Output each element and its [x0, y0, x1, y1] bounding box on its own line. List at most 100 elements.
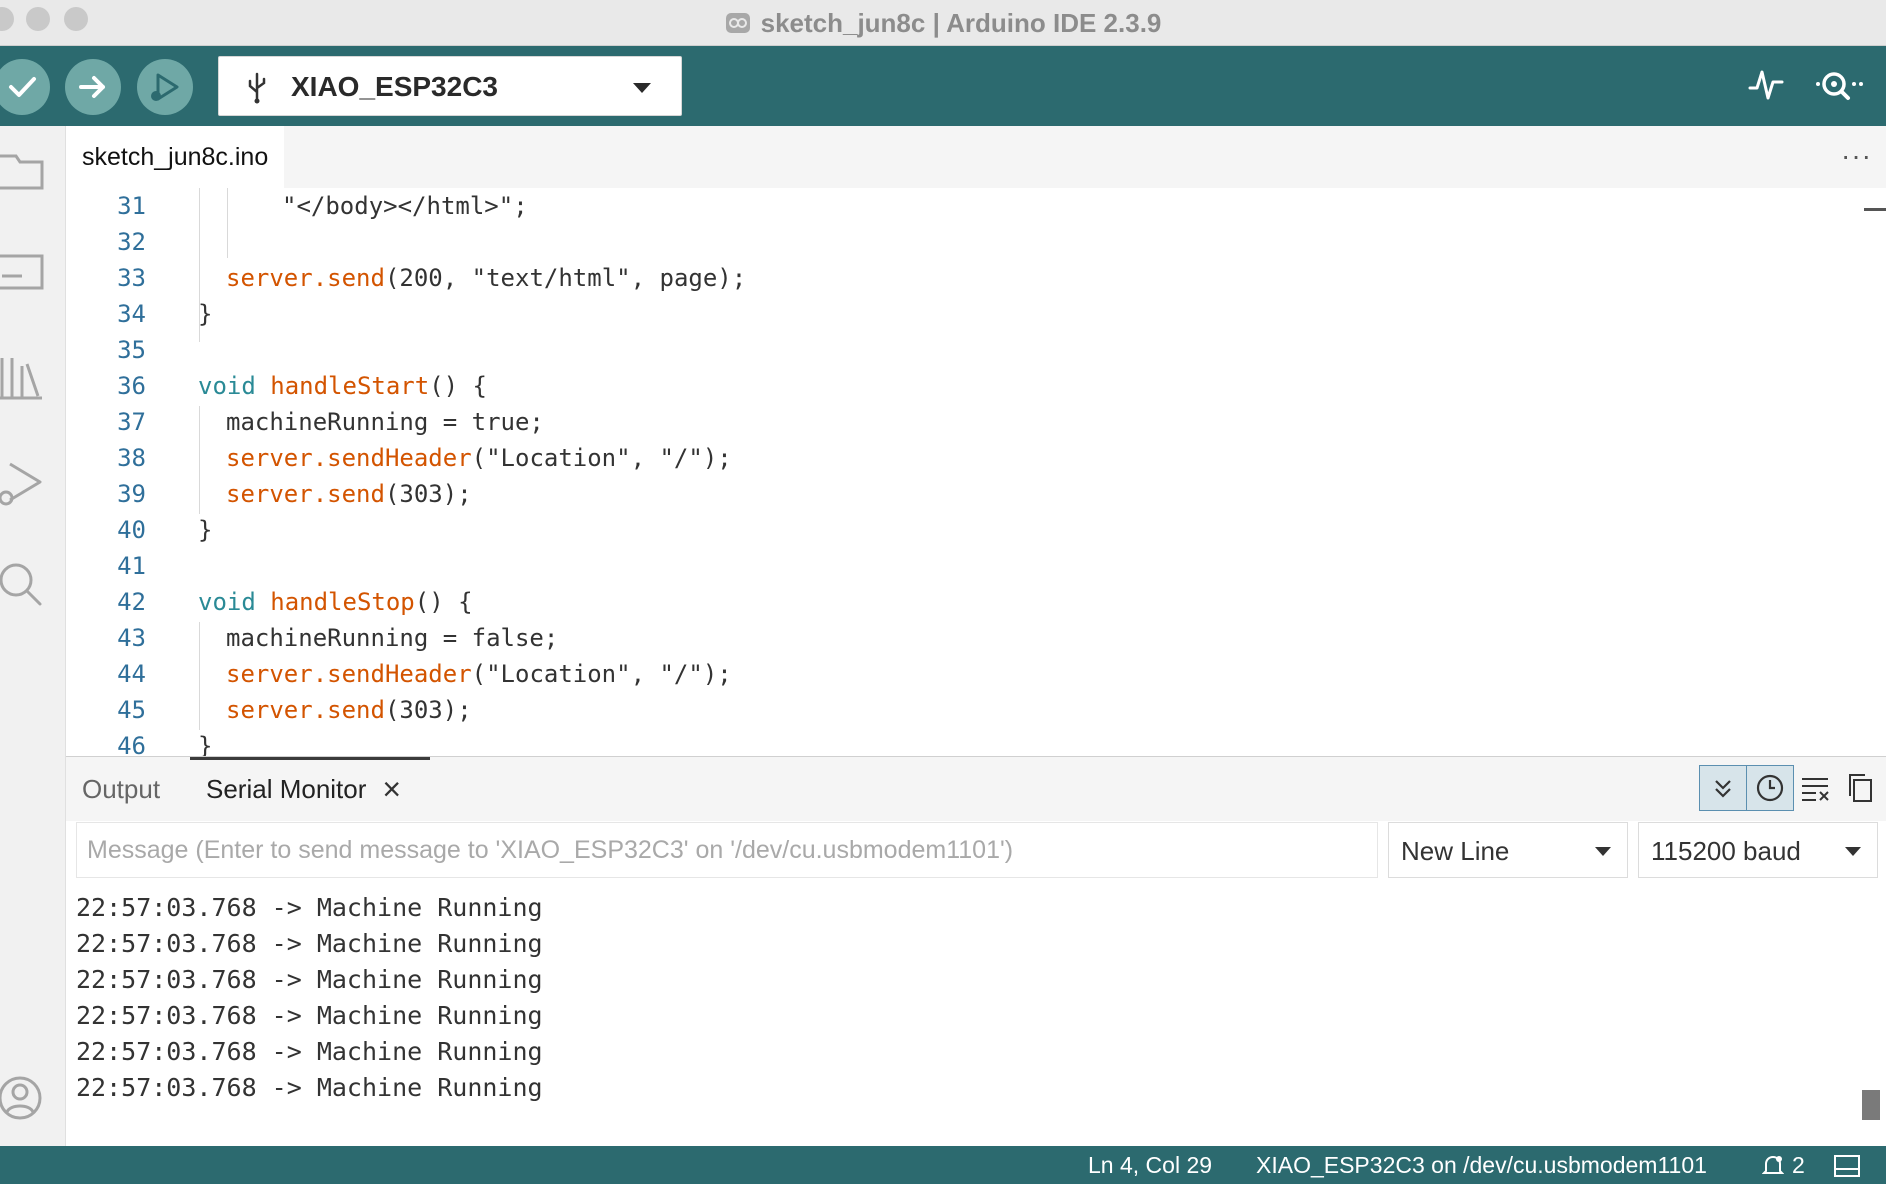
code-text: }: [198, 512, 212, 548]
baud-rate-select[interactable]: 115200 baud: [1638, 822, 1878, 878]
code-token: void: [198, 372, 271, 400]
line-number: 44: [117, 660, 146, 688]
tab-sketch-file[interactable]: sketch_jun8c.ino: [66, 126, 285, 188]
code-token: void: [198, 588, 271, 616]
main-toolbar: XIAO_ESP32C3: [0, 46, 1886, 126]
code-token: (200, "text/html", page);: [384, 264, 747, 292]
serial-output-line: 22:57:03.768 -> Machine Running: [76, 893, 543, 922]
code-line[interactable]: 42 void handleStop() {: [66, 584, 1866, 620]
cursor-position[interactable]: Ln 4, Col 29: [1088, 1152, 1212, 1179]
line-number: 36: [117, 372, 146, 400]
code-token: }: [198, 300, 213, 328]
code-line[interactable]: 46}: [66, 728, 1866, 756]
close-icon[interactable]: ×: [382, 771, 401, 808]
tab-serial-monitor[interactable]: Serial Monitor ×: [206, 757, 401, 821]
code-text: server.sendHeader("Location", "/");: [226, 656, 732, 692]
code-token: handleStop: [270, 588, 415, 616]
title-bar: sketch_jun8c | Arduino IDE 2.3.9: [0, 0, 1886, 46]
board-name: XIAO_ESP32C3: [291, 71, 498, 102]
serial-plotter-icon[interactable]: [1748, 64, 1784, 104]
notification-count: 2: [1792, 1152, 1805, 1178]
serial-output-line: 22:57:03.768 -> Machine Running: [76, 965, 543, 994]
serial-scrollbar-thumb[interactable]: [1862, 1090, 1880, 1120]
window-title: sketch_jun8c | Arduino IDE 2.3.9: [760, 7, 1162, 38]
sketchbook-folder-icon[interactable]: [0, 148, 48, 194]
code-text: machineRunning = false;: [226, 620, 558, 656]
code-line[interactable]: 37 machineRunning = true;: [66, 404, 1866, 440]
code-line[interactable]: 35: [66, 332, 1866, 368]
debug-sidebar-icon[interactable]: [0, 456, 48, 512]
verify-button[interactable]: [0, 59, 50, 115]
bell-icon[interactable]: [1762, 1154, 1784, 1178]
code-line[interactable]: 45 server.send(303);: [66, 692, 1866, 728]
code-line[interactable]: 40}: [66, 512, 1866, 548]
code-line[interactable]: 34}: [66, 296, 1866, 332]
code-text: }: [198, 728, 212, 756]
account-icon[interactable]: [0, 1070, 48, 1126]
line-ending-select[interactable]: New Line: [1388, 822, 1628, 878]
board-selector[interactable]: XIAO_ESP32C3: [218, 56, 682, 116]
line-number: 46: [117, 732, 146, 756]
activity-bar: [0, 126, 66, 1146]
chevrons-down-icon: [1715, 780, 1731, 798]
code-line[interactable]: 32: [66, 224, 1866, 260]
code-line[interactable]: 41: [66, 548, 1866, 584]
code-token: handleStart: [270, 372, 430, 400]
serial-output-line: 22:57:03.768 -> Machine Running: [76, 1001, 543, 1030]
chevron-down-icon: [1595, 847, 1611, 856]
code-line[interactable]: 43 machineRunning = false;: [66, 620, 1866, 656]
code-text: machineRunning = true;: [226, 404, 544, 440]
more-actions-icon[interactable]: ···: [1841, 140, 1872, 172]
editor-scrollbar[interactable]: [1864, 208, 1886, 211]
tab-output[interactable]: Output: [82, 757, 160, 821]
code-line[interactable]: 36 void handleStart() {: [66, 368, 1866, 404]
debug-button[interactable]: [137, 59, 193, 115]
line-number: 40: [117, 516, 146, 544]
line-number: 42: [117, 588, 146, 616]
code-token: machineRunning = false;: [226, 624, 559, 652]
copy-icon: [1849, 774, 1872, 802]
code-token: server.send: [226, 480, 385, 508]
tab-label: sketch_jun8c.ino: [82, 142, 269, 171]
code-token: () {: [429, 372, 487, 400]
arduino-app-icon: [725, 13, 750, 33]
line-number: 45: [117, 696, 146, 724]
code-token: }: [198, 516, 213, 544]
line-number: 38: [117, 444, 146, 472]
code-line[interactable]: 33 server.send(200, "text/html", page);: [66, 260, 1866, 296]
code-token: server.send: [226, 696, 385, 724]
copy-output-button[interactable]: [1836, 765, 1884, 811]
code-token: ("Location", "/");: [471, 444, 732, 472]
clear-output-button[interactable]: [1792, 765, 1840, 811]
search-icon[interactable]: [0, 558, 48, 614]
chevron-down-icon: [633, 83, 651, 93]
library-manager-icon[interactable]: [0, 352, 48, 402]
code-line[interactable]: 39 server.send(303);: [66, 476, 1866, 512]
code-line[interactable]: 44 server.sendHeader("Location", "/");: [66, 656, 1866, 692]
serial-monitor-icon[interactable]: [1812, 64, 1864, 104]
code-text: void handleStop() {: [198, 584, 473, 620]
line-number: 34: [117, 300, 146, 328]
toggle-panel-icon[interactable]: [1834, 1155, 1860, 1177]
code-editor[interactable]: 31 "</body></html>"; 32 33 server.send(200, …: [66, 188, 1886, 756]
code-token: server.send: [226, 264, 385, 292]
serial-output-line: 22:57:03.768 -> Machine Running: [76, 1073, 543, 1102]
arrow-right-icon: [79, 76, 105, 98]
code-token: server.sendHeader: [226, 444, 472, 472]
code-line[interactable]: 38 server.sendHeader("Location", "/");: [66, 440, 1866, 476]
code-token: }: [198, 732, 213, 756]
code-token: machineRunning = true;: [226, 408, 544, 436]
boards-manager-icon[interactable]: [0, 250, 48, 296]
code-token: "</body></html>";: [282, 192, 528, 220]
code-text: "</body></html>";: [282, 188, 528, 224]
upload-button[interactable]: [65, 59, 121, 115]
serial-message-input[interactable]: Message (Enter to send message to 'XIAO_…: [76, 822, 1378, 878]
board-port-status[interactable]: XIAO_ESP32C3 on /dev/cu.usbmodem1101: [1256, 1152, 1707, 1179]
code-line[interactable]: 31 "</body></html>";: [66, 188, 1866, 224]
code-text: }: [198, 296, 212, 332]
serial-output[interactable]: 22:57:03.768 -> Machine Running 22:57:03.…: [66, 880, 1886, 1146]
autoscroll-toggle[interactable]: [1699, 765, 1747, 811]
serial-output-line: 22:57:03.768 -> Machine Running: [76, 1037, 543, 1066]
timestamp-toggle[interactable]: [1746, 765, 1794, 811]
editor-tab-bar: sketch_jun8c.ino ···: [66, 126, 1886, 188]
